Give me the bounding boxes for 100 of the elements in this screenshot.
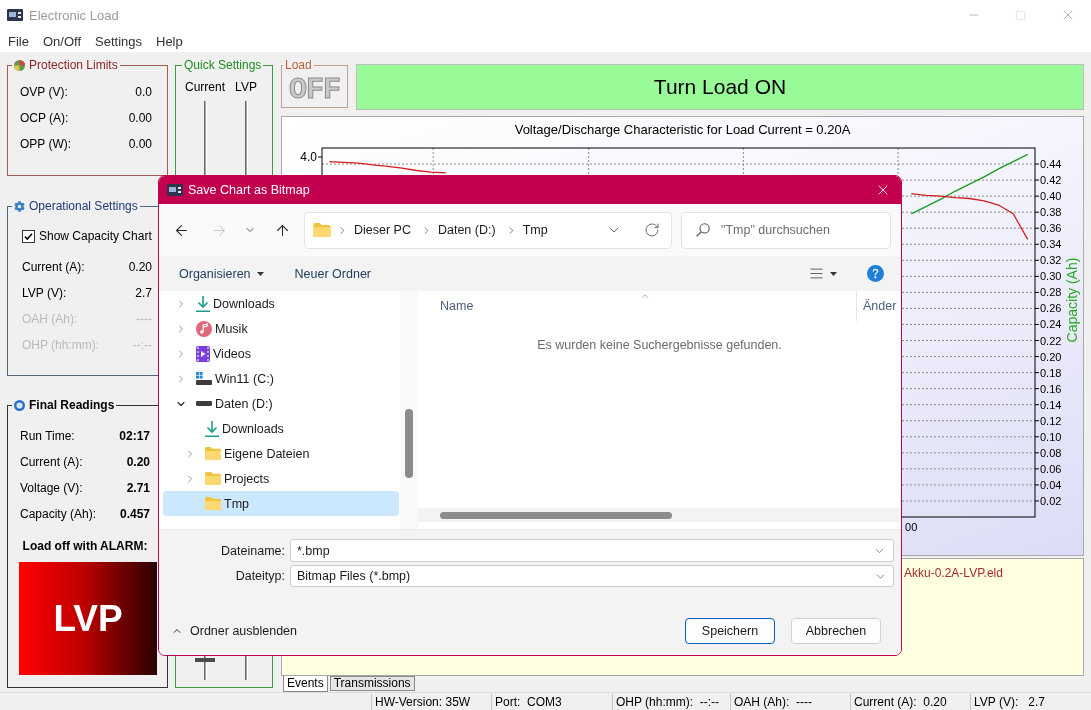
slider-thumb[interactable] — [195, 657, 215, 662]
app-icon — [167, 184, 183, 196]
alarm-label: Load off with ALARM: — [22, 538, 148, 554]
folder-icon — [205, 472, 221, 485]
field-value: 2.71 — [126, 481, 150, 495]
axis-tick-label: 0.30 — [1040, 270, 1062, 283]
tree-item[interactable]: Daten (D:) — [163, 391, 399, 416]
axis-tick-label: 0.38 — [1040, 206, 1062, 219]
tree-item[interactable]: Projects — [163, 466, 399, 491]
settings-icon — [14, 200, 25, 212]
axis-tick-label: 0.20 — [1040, 350, 1062, 363]
status-bar-field: OAH (Ah): ---- — [730, 693, 850, 710]
status-bar-field: Current (A): 0.20 — [850, 693, 970, 710]
status-bar-field: HW-Version: 35W — [371, 693, 491, 710]
chart-title: Voltage/Discharge Characteristic for Load Current = 0.20A — [514, 122, 851, 139]
file-name-field[interactable]: *.bmp — [290, 539, 894, 562]
checkbox[interactable] — [22, 229, 35, 243]
axis-tick-label: 0.32 — [1040, 254, 1062, 267]
field-value: 0.00 — [128, 137, 152, 151]
field-label: Dateityp: — [235, 569, 285, 583]
field-label: OVP (V): — [20, 85, 68, 99]
field-label: Dateiname: — [221, 543, 285, 558]
group-title: Final Readings — [29, 398, 115, 412]
slider-label: LVP — [235, 80, 257, 94]
menu-item[interactable]: Settings — [88, 31, 149, 51]
axis-tick-label: 0.34 — [1040, 238, 1062, 251]
breadcrumb-item[interactable]: Tmp — [518, 218, 552, 242]
address-bar[interactable]: Dieser PC Daten (D:) Tmp — [304, 211, 672, 249]
field-label: OPP (W): — [20, 137, 72, 151]
dialog-button[interactable]: Abbrechen — [791, 617, 881, 644]
menu-item[interactable]: On/Off — [35, 31, 88, 51]
new-folder-button[interactable]: Neuer Ordner — [286, 260, 379, 287]
tree-item[interactable]: Downloads — [163, 416, 399, 441]
field-value: 0.20 — [126, 455, 150, 469]
axis-title: Capacity (Ah) — [1064, 257, 1080, 343]
help-icon[interactable] — [867, 265, 884, 282]
field-value: 02:17 — [119, 429, 150, 443]
status-bar-field: OHP (hh:mm): --:-- — [612, 693, 730, 710]
list-icon — [809, 266, 824, 281]
tree-item[interactable]: Win11 (C:) — [163, 366, 399, 391]
caret-icon — [830, 271, 837, 276]
field-label: Capacity (Ah): — [20, 507, 97, 521]
axis-tick-label: 0.22 — [1040, 334, 1062, 347]
dialog-title: Save Chart as Bitmap — [188, 183, 310, 197]
axis-tick-label: 0.10 — [1040, 430, 1062, 443]
window-title: Electronic Load — [29, 7, 119, 23]
tab[interactable]: Transmissions — [329, 676, 415, 691]
tree-item[interactable]: Downloads — [163, 291, 399, 316]
axis-tick-label: 0.14 — [1040, 398, 1062, 411]
load-toggle-button[interactable]: Turn Load ON — [356, 64, 1084, 110]
axis-tick-label: 0.18 — [1040, 366, 1062, 379]
music-note-icon — [196, 320, 212, 337]
tree-item[interactable]: Tmp — [163, 491, 399, 516]
group-title: Operational Settings — [29, 199, 138, 213]
field-label: LVP (V): — [22, 286, 67, 300]
maximize-icon[interactable] — [1015, 9, 1026, 21]
search-icon — [696, 223, 710, 237]
group-title: Load — [285, 58, 312, 72]
empty-message: Es wurden keine Suchergebnisse gefunden. — [537, 338, 782, 352]
tree-item[interactable]: Videos — [163, 341, 399, 366]
tab[interactable]: Events — [283, 676, 328, 692]
axis-tick-label: 0.12 — [1040, 414, 1062, 427]
menu-item[interactable]: Help — [149, 31, 190, 51]
axis-tick-label: 0.24 — [1040, 318, 1062, 331]
axis-tick-label: 0.40 — [1040, 190, 1062, 203]
menu-item[interactable]: File — [1, 31, 36, 51]
field-value: 0.0 — [135, 85, 152, 99]
windows-drive-icon — [196, 372, 212, 385]
status-bar-field: LVP (V): 2.7 — [970, 693, 1083, 710]
field-value: 2.7 — [135, 286, 152, 300]
dialog-button[interactable]: Speichern — [685, 617, 775, 644]
ring-icon — [14, 399, 25, 411]
field-label: Current (A): — [20, 455, 83, 469]
breadcrumb-item[interactable]: Dieser PC — [350, 218, 415, 242]
log-line: Akku-0.2A-LVP.eld — [904, 566, 1003, 581]
axis-tick-label: 0.36 — [1040, 222, 1062, 235]
breadcrumb-item[interactable]: Daten (D:) — [433, 218, 500, 242]
field-value: ---- — [136, 312, 152, 326]
field-label: OCP (A): — [20, 111, 69, 125]
hide-folders-button[interactable]: Ordner ausblenden — [167, 619, 302, 642]
search-field[interactable]: "Tmp" durchsuchen — [681, 211, 891, 249]
axis-tick-label: 00 — [905, 521, 918, 533]
scrollbar-thumb[interactable] — [405, 409, 413, 478]
download-arrow-icon — [196, 295, 210, 312]
scrollbar-thumb[interactable] — [440, 511, 672, 519]
refresh-icon[interactable] — [644, 222, 660, 238]
status-bar-field: Port: COM3 — [491, 693, 612, 710]
column-header[interactable]: Name — [418, 291, 857, 321]
pie-icon — [14, 59, 25, 71]
folder-icon — [313, 223, 331, 237]
field-value: 0.20 — [128, 260, 152, 274]
axis-tick-label: 0.02 — [1040, 494, 1062, 507]
field-label: Voltage (V): — [20, 481, 83, 495]
column-header[interactable]: Änder — [857, 291, 901, 321]
axis-tick-label: 0.28 — [1040, 286, 1062, 299]
group-title: Quick Settings — [184, 58, 262, 72]
file-type-select[interactable]: Bitmap Files (*.bmp) — [290, 565, 894, 587]
tree-item[interactable]: Musik — [163, 316, 399, 341]
organize-button[interactable]: Organisieren — [171, 260, 272, 287]
tree-item[interactable]: Eigene Dateien — [163, 441, 399, 466]
